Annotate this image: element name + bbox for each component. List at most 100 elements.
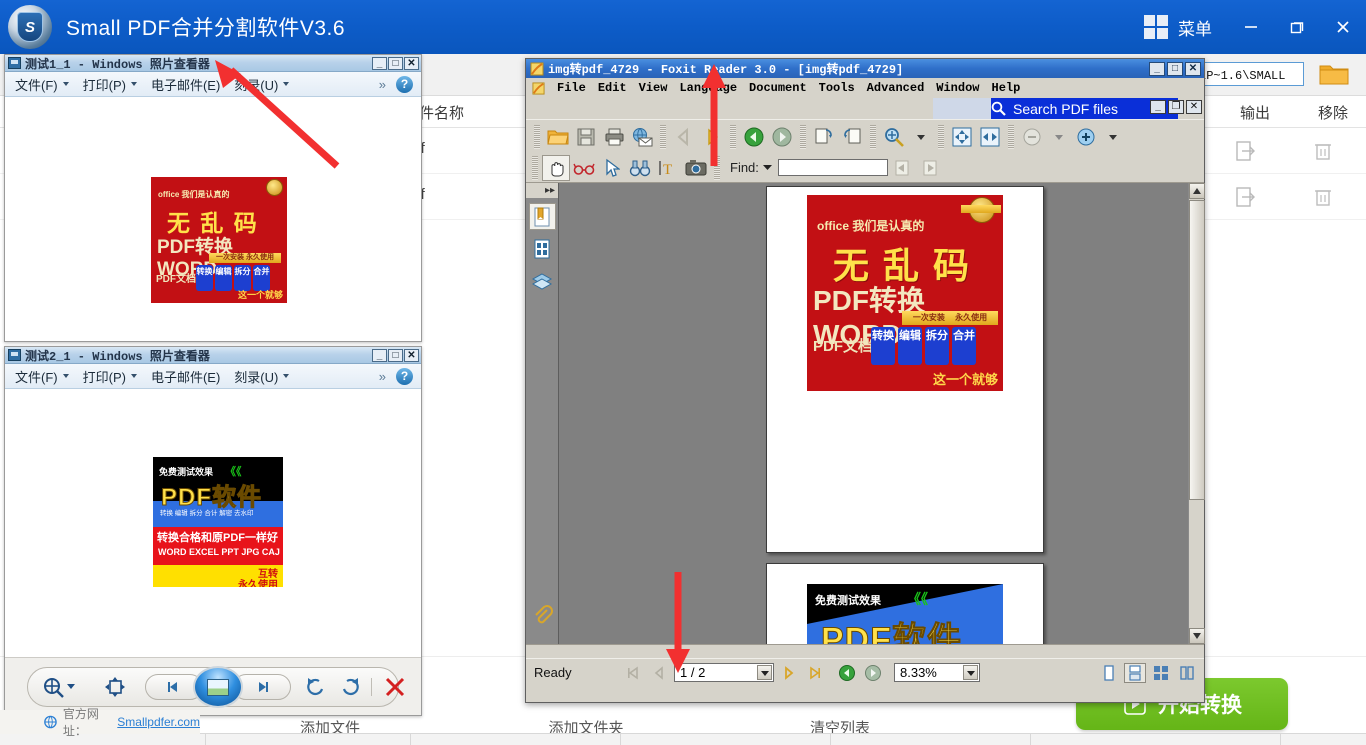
remove-icon[interactable] xyxy=(1310,184,1336,210)
open-icon[interactable] xyxy=(544,124,572,150)
foxit-reader-window[interactable]: img转pdf_4729 - Foxit Reader 3.0 - [img转p… xyxy=(525,58,1205,703)
overflow-chevron-icon[interactable]: » xyxy=(379,369,386,384)
layers-icon[interactable] xyxy=(529,267,556,294)
previous-page-button[interactable] xyxy=(648,663,670,683)
mdi-restore-button[interactable]: ❐ xyxy=(1168,100,1184,114)
rotate-right-icon[interactable] xyxy=(339,676,361,703)
attachments-icon[interactable] xyxy=(529,601,556,628)
photo-viewer-1-titlebar[interactable]: 测试1_1 - Windows 照片查看器 _ □ ✕ xyxy=(5,55,421,72)
menu-item-email[interactable]: 电子邮件(E) xyxy=(151,75,220,94)
find-input[interactable] xyxy=(777,159,888,176)
zoom-in-dropdown-icon[interactable] xyxy=(1100,124,1126,150)
menu-item-help[interactable]: Help xyxy=(992,81,1021,95)
minimize-button[interactable]: _ xyxy=(1149,61,1165,76)
mdi-close-button[interactable]: ✕ xyxy=(1186,100,1202,114)
first-page-button[interactable] xyxy=(622,663,644,683)
menu-item-language[interactable]: Language xyxy=(679,81,737,95)
hand-tool-icon[interactable] xyxy=(542,154,570,181)
continuous-facing-view-button[interactable] xyxy=(1176,663,1198,683)
foxit-titlebar[interactable]: img转pdf_4729 - Foxit Reader 3.0 - [img转p… xyxy=(526,59,1204,78)
zoom-in-icon[interactable] xyxy=(1072,124,1100,150)
menu-item-email[interactable]: 电子邮件(E) xyxy=(151,367,220,386)
output-icon[interactable] xyxy=(1233,138,1259,164)
photo-viewer-2-titlebar[interactable]: 测试2_1 - Windows 照片查看器 _ □ ✕ xyxy=(5,347,421,364)
menu-item-file[interactable]: File xyxy=(557,81,586,95)
menu-item-burn[interactable]: 刻录(U) xyxy=(234,75,290,94)
select-tool-icon[interactable] xyxy=(598,155,626,181)
pages-icon[interactable] xyxy=(529,235,556,262)
maximize-button[interactable] xyxy=(1274,0,1320,54)
find-previous-icon[interactable] xyxy=(888,155,916,181)
scrollbar-thumb[interactable] xyxy=(1189,200,1205,500)
snapshot-camera-icon[interactable] xyxy=(682,155,710,181)
pdf-page-viewport[interactable]: office 我们是认真的 无 乱 码 PDF转换WORD 一次安装 永久使用 … xyxy=(559,183,1188,644)
rotate-clockwise-icon[interactable] xyxy=(810,124,838,150)
page-number-input[interactable]: 1 / 2 xyxy=(674,663,774,682)
zoom-out-icon[interactable] xyxy=(1018,124,1046,150)
go-back-icon[interactable] xyxy=(740,124,768,150)
slideshow-button[interactable] xyxy=(193,666,243,708)
help-icon[interactable]: ? xyxy=(396,75,413,93)
menu-item-document[interactable]: Document xyxy=(749,81,807,95)
last-page-button[interactable] xyxy=(804,663,826,683)
minimize-button[interactable] xyxy=(1228,0,1274,54)
previous-page-icon[interactable] xyxy=(670,124,698,150)
overflow-chevron-icon[interactable]: » xyxy=(379,77,386,92)
fit-page-icon[interactable] xyxy=(948,124,976,150)
email-icon[interactable] xyxy=(628,124,656,150)
continuous-view-button[interactable] xyxy=(1124,662,1146,683)
text-select-icon[interactable]: T xyxy=(654,155,682,181)
actual-size-icon[interactable] xyxy=(103,676,127,703)
menu-item-edit[interactable]: Edit xyxy=(598,81,627,95)
menu-item-burn[interactable]: 刻录(U) xyxy=(234,367,290,386)
menu-item-file[interactable]: 文件(F) xyxy=(15,367,69,386)
scroll-down-button[interactable] xyxy=(1189,628,1205,644)
photo-viewer-window-1[interactable]: 测试1_1 - Windows 照片查看器 _ □ ✕ 文件(F) 打印(P) … xyxy=(4,54,422,342)
next-page-button[interactable] xyxy=(778,663,800,683)
go-forward-icon[interactable] xyxy=(768,124,796,150)
bookmarks-icon[interactable] xyxy=(528,203,556,230)
menu-item-view[interactable]: View xyxy=(639,81,668,95)
search-pdf-files-banner[interactable]: Search PDF files xyxy=(933,98,1178,119)
single-page-view-button[interactable] xyxy=(1098,663,1120,683)
zoom-dropdown-icon[interactable] xyxy=(963,665,978,680)
rotate-left-icon[interactable] xyxy=(305,676,327,703)
menu-item-file[interactable]: 文件(F) xyxy=(15,75,69,94)
reading-glasses-icon[interactable] xyxy=(570,155,598,181)
find-dropdown-icon[interactable] xyxy=(762,159,772,177)
minimize-button[interactable]: _ xyxy=(372,348,387,362)
search-binoculars-icon[interactable] xyxy=(626,155,654,181)
sidebar-expand-button[interactable]: ▸▸ xyxy=(526,183,558,198)
maximize-button[interactable]: □ xyxy=(388,56,403,70)
close-button[interactable]: ✕ xyxy=(404,56,419,70)
footer-link[interactable]: Smallpdfer.com xyxy=(117,715,200,729)
facing-view-button[interactable] xyxy=(1150,663,1172,683)
menu-item-print[interactable]: 打印(P) xyxy=(83,75,137,94)
menu-item-window[interactable]: Window xyxy=(936,81,979,95)
help-icon[interactable]: ? xyxy=(396,367,413,385)
menu-item-tools[interactable]: Tools xyxy=(819,81,855,95)
fit-width-icon[interactable] xyxy=(976,124,1004,150)
close-button[interactable] xyxy=(1320,0,1366,54)
vertical-scrollbar[interactable] xyxy=(1188,183,1205,644)
close-button[interactable]: ✕ xyxy=(404,348,419,362)
history-forward-button[interactable] xyxy=(862,663,884,683)
horizontal-scrollbar[interactable] xyxy=(526,644,1204,658)
output-icon[interactable] xyxy=(1233,184,1259,210)
find-next-icon[interactable] xyxy=(916,155,944,181)
rotate-counterclockwise-icon[interactable] xyxy=(838,124,866,150)
minimize-button[interactable]: _ xyxy=(372,56,387,70)
photo-viewer-window-2[interactable]: 测试2_1 - Windows 照片查看器 _ □ ✕ 文件(F) 打印(P) … xyxy=(4,346,422,716)
scroll-up-button[interactable] xyxy=(1189,183,1205,199)
zoom-dropdown-icon[interactable] xyxy=(908,124,934,150)
zoom-tool-icon[interactable] xyxy=(880,124,908,150)
zoom-icon[interactable] xyxy=(41,676,75,703)
zoom-level-input[interactable]: 8.33% xyxy=(894,663,980,682)
next-page-icon[interactable] xyxy=(698,124,726,150)
print-icon[interactable] xyxy=(600,124,628,150)
history-back-button[interactable] xyxy=(836,663,858,683)
delete-icon[interactable] xyxy=(383,676,407,703)
maximize-button[interactable]: □ xyxy=(388,348,403,362)
menu-item-print[interactable]: 打印(P) xyxy=(83,367,137,386)
zoom-out-dropdown-icon[interactable] xyxy=(1046,124,1072,150)
